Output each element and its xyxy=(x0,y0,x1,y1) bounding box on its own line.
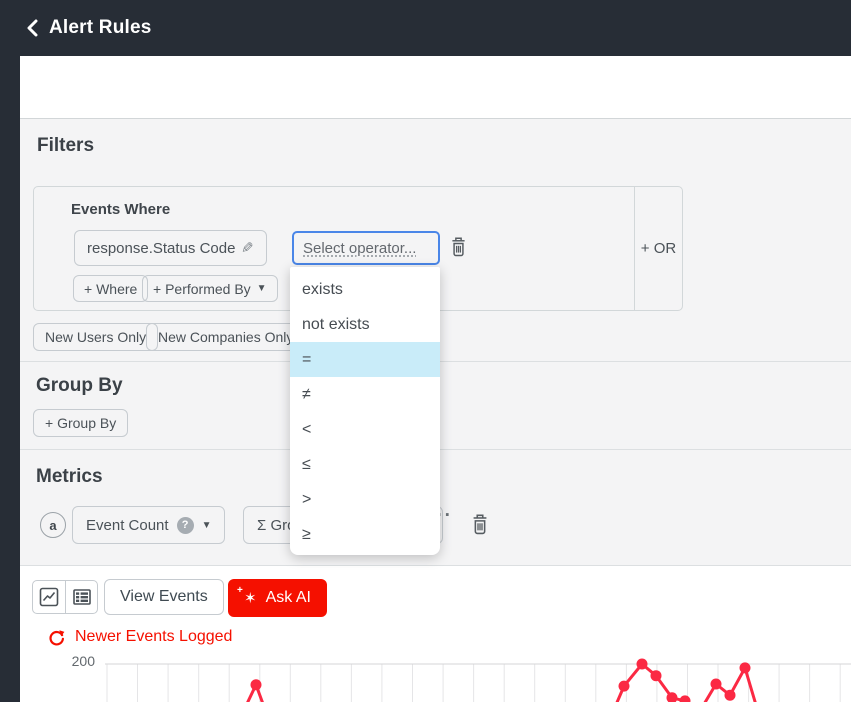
add-or-label: + OR xyxy=(641,240,676,257)
line-chart-icon xyxy=(39,587,59,607)
operator-option-less-than[interactable]: < xyxy=(290,412,440,447)
help-question-icon: ? xyxy=(177,517,194,534)
metric-label: Event Count xyxy=(86,517,169,534)
chart-plot-area xyxy=(105,649,851,702)
newer-events-label: Newer Events Logged xyxy=(75,628,232,646)
sparkle-icon: ✶+ xyxy=(244,591,257,606)
filter-property-label: response.Status Code xyxy=(87,240,235,257)
operator-dropdown: exists not exists = ≠ < ≤ > ≥ xyxy=(290,267,440,555)
edit-pencil-icon: ✎ xyxy=(241,239,254,257)
page-title: Alert Rules xyxy=(49,17,152,39)
table-icon xyxy=(72,587,92,607)
add-group-by-button[interactable]: + Group By xyxy=(33,409,128,437)
operator-option-greater-equal[interactable]: ≥ xyxy=(290,517,440,552)
filters-heading: Filters xyxy=(37,135,94,157)
operator-option-greater-than[interactable]: > xyxy=(290,482,440,517)
metric-select-button[interactable]: Event Count ? ▼ xyxy=(72,506,225,544)
operator-placeholder: Select operator... xyxy=(303,240,416,257)
trash-icon xyxy=(471,514,489,535)
newer-events-link[interactable]: Newer Events Logged xyxy=(48,628,232,646)
top-bar: Alert Rules xyxy=(0,0,851,56)
chart-svg xyxy=(105,649,851,702)
metrics-heading: Metrics xyxy=(36,466,103,488)
ask-ai-button[interactable]: ✶+ Ask AI xyxy=(228,579,327,617)
add-group-by-label: + Group By xyxy=(45,415,116,431)
operator-option-less-equal[interactable]: ≤ xyxy=(290,447,440,482)
trash-icon xyxy=(450,237,467,257)
operator-select-input[interactable]: Select operator... xyxy=(292,231,440,265)
table-view-button[interactable] xyxy=(65,581,97,613)
add-where-button[interactable]: + Where xyxy=(73,275,148,302)
add-performed-by-button[interactable]: + Performed By ▼ xyxy=(142,275,278,302)
ask-ai-label: Ask AI xyxy=(266,589,311,607)
filter-property-button[interactable]: response.Status Code ✎ xyxy=(74,230,267,266)
content-panel: Filters Events Where response.Status Cod… xyxy=(20,56,851,702)
series-letter-badge: a xyxy=(40,512,66,538)
chart-view-toggle xyxy=(32,580,98,614)
add-where-label: + Where xyxy=(84,281,137,297)
y-axis-tick-200: 200 xyxy=(62,653,95,669)
group-by-heading: Group By xyxy=(36,375,123,397)
metric-delete-button[interactable] xyxy=(471,514,489,538)
new-users-only-chip[interactable]: New Users Only xyxy=(33,323,158,351)
add-or-button[interactable]: + OR xyxy=(634,187,682,310)
refresh-icon xyxy=(48,629,65,646)
operator-option-not-exists[interactable]: not exists xyxy=(290,307,440,342)
chevron-down-icon: ▼ xyxy=(257,283,267,294)
new-users-only-label: New Users Only xyxy=(45,329,146,345)
add-performed-by-label: + Performed By xyxy=(153,281,251,297)
top-white-band xyxy=(20,56,851,118)
operator-option-exists[interactable]: exists xyxy=(290,272,440,307)
filter-delete-button[interactable] xyxy=(450,237,467,260)
events-where-label: Events Where xyxy=(71,201,170,218)
chevron-down-icon: ▼ xyxy=(202,520,212,531)
view-events-button[interactable]: View Events xyxy=(104,579,224,615)
new-companies-only-label: New Companies Only xyxy=(158,329,293,345)
new-companies-only-chip[interactable]: New Companies Only xyxy=(146,323,305,351)
view-events-label: View Events xyxy=(120,588,208,606)
chart-section: View Events ✶+ Ask AI Newer Events Logge… xyxy=(20,565,851,702)
back-chevron-icon[interactable] xyxy=(25,19,41,37)
line-chart-view-button[interactable] xyxy=(33,581,65,613)
series-letter: a xyxy=(49,518,56,533)
operator-option-equals[interactable]: = xyxy=(290,342,440,377)
alert-rules-page: Alert Rules Filters Events Where respons… xyxy=(0,0,851,702)
operator-option-not-equals[interactable]: ≠ xyxy=(290,377,440,412)
